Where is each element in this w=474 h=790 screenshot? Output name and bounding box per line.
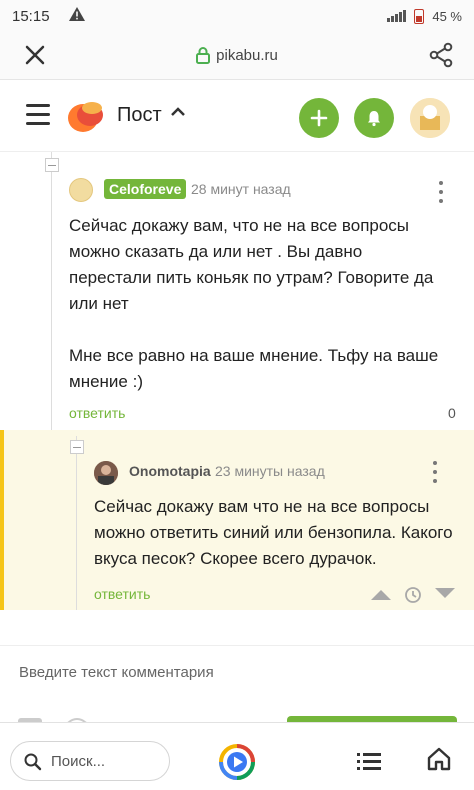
comment-input[interactable]: Введите текст комментария xyxy=(0,645,474,700)
reply-count: 0 xyxy=(448,405,456,421)
plus-icon xyxy=(310,109,328,127)
status-time: 15:15 xyxy=(12,7,50,25)
tabs-list-icon[interactable] xyxy=(357,751,381,771)
battery-icon xyxy=(414,8,425,24)
add-post-button[interactable] xyxy=(299,98,339,138)
notifications-button[interactable] xyxy=(354,98,394,138)
domain-text: pikabu.ru xyxy=(216,47,278,64)
site-header: Пост xyxy=(0,82,474,152)
search-input[interactable]: Поиск... xyxy=(10,741,170,781)
signal-icon xyxy=(387,10,407,22)
comment-placeholder: Введите текст комментария xyxy=(19,664,214,681)
page-title: Пост xyxy=(117,104,162,126)
comment-body: Сейчас докажу вам, что не на все вопросы… xyxy=(69,213,449,421)
chevron-up-icon[interactable] xyxy=(170,106,186,118)
downvote-icon[interactable] xyxy=(433,586,457,602)
avatar-image xyxy=(410,98,450,138)
avatar[interactable] xyxy=(69,178,93,202)
browser-bottom-bar: Поиск... xyxy=(0,722,474,790)
more-options-icon[interactable] xyxy=(438,181,444,203)
comment-paragraph: Мне все равно на ваше мнение. Тьфу на ва… xyxy=(69,346,439,391)
user-avatar[interactable] xyxy=(410,98,450,138)
comment-body: Сейчас докажу вам что не на все вопросы … xyxy=(94,497,453,568)
upvote-icon[interactable] xyxy=(369,586,393,602)
comment-time[interactable]: 28 минут назад xyxy=(191,181,291,197)
comment-time[interactable]: 23 минуты назад xyxy=(215,463,325,479)
comment-header: Celoforeve 28 минут назад xyxy=(69,178,459,202)
comment-author[interactable]: Celoforeve xyxy=(104,179,187,199)
bell-icon xyxy=(368,111,380,127)
collapse-thread-button[interactable] xyxy=(70,440,84,454)
browser-logo-icon[interactable] xyxy=(218,743,256,781)
url-display[interactable]: pikabu.ru xyxy=(0,47,474,64)
share-icon[interactable] xyxy=(428,42,454,68)
avatar[interactable] xyxy=(94,461,118,485)
comment-author[interactable]: Onomotapia xyxy=(129,463,211,479)
browser-url-bar: pikabu.ru xyxy=(0,32,474,80)
collapse-thread-button[interactable] xyxy=(45,158,59,172)
search-icon xyxy=(24,753,42,771)
thread-line xyxy=(51,152,52,432)
clock-icon[interactable] xyxy=(404,586,422,604)
search-placeholder: Поиск... xyxy=(51,753,106,770)
comment-paragraph: Сейчас докажу вам, что не на все вопросы… xyxy=(69,216,434,313)
warning-icon xyxy=(68,6,86,26)
reply-link[interactable]: ответить xyxy=(69,405,125,421)
reply-link[interactable]: ответить xyxy=(94,586,150,602)
avatar-image xyxy=(94,461,118,485)
highlight-bar xyxy=(0,430,4,610)
battery-level: 45 % xyxy=(432,8,462,24)
menu-icon[interactable] xyxy=(26,104,50,126)
lock-icon xyxy=(196,47,211,64)
pikabu-logo[interactable] xyxy=(66,98,104,134)
home-icon[interactable] xyxy=(427,747,451,771)
more-options-icon[interactable] xyxy=(432,461,438,483)
status-bar: 15:15 45 % xyxy=(0,0,474,32)
thread-line xyxy=(76,436,77,610)
